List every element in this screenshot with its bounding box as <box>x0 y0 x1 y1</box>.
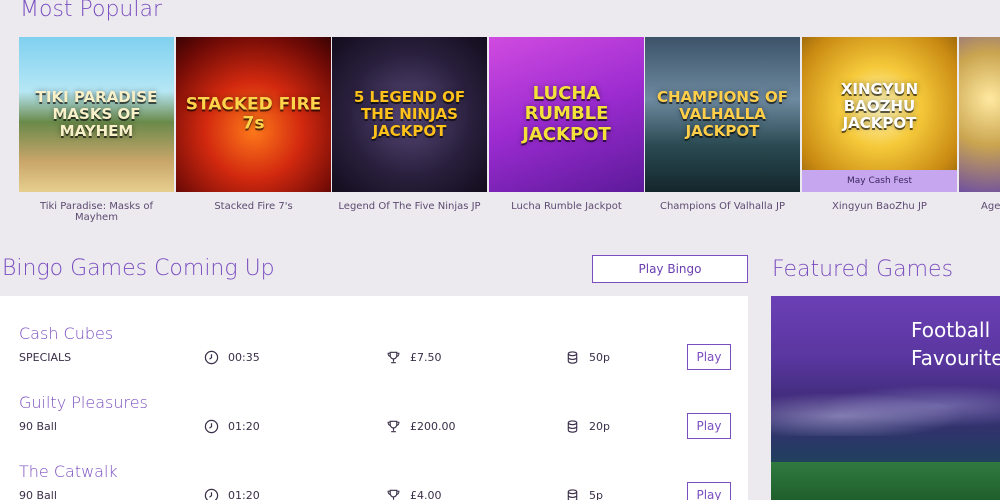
game-tile-lucha-rumble[interactable]: LUCHA RUMBLE JACKPOT Lucha Rumble Jackpo… <box>489 37 644 212</box>
room-type: SPECIALS <box>19 351 72 364</box>
game-tile-stacked-fire[interactable]: STACKED FIRE 7s Stacked Fire 7's <box>176 37 331 212</box>
coins-icon <box>567 420 578 433</box>
room-ticket-price: 50p <box>565 350 610 365</box>
promo-line-2: Favourite <box>911 346 1000 370</box>
game-tile-tiki-paradise[interactable]: TIKI PARADISE MASKS OF MAYHEM Tiki Parad… <box>19 37 174 223</box>
game-logo: STACKED FIRE 7s <box>185 93 322 134</box>
time-value: 01:20 <box>228 489 260 500</box>
coins-icon <box>567 351 578 364</box>
clock-icon <box>204 350 219 365</box>
room-name[interactable]: Guilty Pleasures <box>19 393 148 412</box>
game-tile-champions-valhalla[interactable]: CHAMPIONS OF VALHALLA JACKPOT Champions … <box>645 37 800 212</box>
room-type: 90 Ball <box>19 420 57 433</box>
football-pitch <box>771 462 1000 500</box>
room-ticket-price: 20p <box>565 419 610 434</box>
room-name[interactable]: The Catwalk <box>19 462 118 481</box>
game-thumbnail[interactable]: LUCHA RUMBLE JACKPOT <box>489 37 644 192</box>
game-logo: CHAMPIONS OF VALHALLA JACKPOT <box>656 87 788 141</box>
game-logo: XINGYUN BAOZHU JACKPOT <box>840 79 919 133</box>
game-thumbnail[interactable] <box>959 37 1000 192</box>
game-logo: TIKI PARADISE MASKS OF MAYHEM <box>35 87 158 141</box>
game-tile-xingyun-baozhu[interactable]: XINGYUN BAOZHU JACKPOT May Cash Fest Xin… <box>802 37 957 212</box>
coins-icon <box>567 489 578 500</box>
room-prize: £4.00 <box>386 488 442 500</box>
room-prize: £7.50 <box>386 350 442 365</box>
featured-promo-text: Football Favourite <box>911 316 1000 372</box>
game-tile-five-ninjas[interactable]: 5 LEGEND OF THE NINJAS JACKPOT Legend Of… <box>332 37 487 212</box>
game-caption[interactable]: Tiki Paradise: Masks of Mayhem <box>19 201 174 223</box>
room-start-time: 01:20 <box>204 419 260 434</box>
clock-icon <box>204 488 219 500</box>
game-tile-age[interactable]: Age <box>959 37 1000 212</box>
game-caption[interactable]: Stacked Fire 7's <box>176 201 331 212</box>
play-bingo-button[interactable]: Play Bingo <box>592 255 748 283</box>
promo-line-1: Football <box>911 318 991 342</box>
prize-value: £7.50 <box>410 351 442 364</box>
game-thumbnail[interactable]: CHAMPIONS OF VALHALLA JACKPOT <box>645 37 800 192</box>
bingo-room-row: The Catwalk 90 Ball 01:20 £4.00 5p Play <box>0 434 748 500</box>
game-caption[interactable]: Legend Of The Five Ninjas JP <box>332 201 487 212</box>
play-room-button[interactable]: Play <box>687 482 731 500</box>
room-name[interactable]: Cash Cubes <box>19 324 113 343</box>
game-caption[interactable]: Champions Of Valhalla JP <box>645 201 800 212</box>
bingo-room-row: Guilty Pleasures 90 Ball 01:20 £200.00 2… <box>0 365 748 439</box>
room-start-time: 00:35 <box>204 350 260 365</box>
bingo-rooms-list: Cash Cubes SPECIALS 00:35 £7.50 50p Play… <box>0 296 748 500</box>
clock-icon <box>204 419 219 434</box>
room-start-time: 01:20 <box>204 488 260 500</box>
game-thumbnail[interactable]: XINGYUN BAOZHU JACKPOT May Cash Fest <box>802 37 957 192</box>
game-caption[interactable]: Lucha Rumble Jackpot <box>489 201 644 212</box>
room-type: 90 Ball <box>19 489 57 500</box>
time-value: 00:35 <box>228 351 260 364</box>
game-thumbnail[interactable]: TIKI PARADISE MASKS OF MAYHEM <box>19 37 174 192</box>
price-value: 20p <box>589 420 610 433</box>
trophy-icon <box>387 489 400 500</box>
stadium-lights <box>771 386 1000 436</box>
room-prize: £200.00 <box>386 419 456 434</box>
most-popular-carousel[interactable]: TIKI PARADISE MASKS OF MAYHEM Tiki Parad… <box>19 37 1000 232</box>
most-popular-title: Most Popular <box>20 0 163 22</box>
featured-games-title: Featured Games <box>772 257 954 282</box>
time-value: 01:20 <box>228 420 260 433</box>
price-value: 5p <box>589 489 603 500</box>
game-caption[interactable]: Age <box>959 201 1000 212</box>
game-logo: 5 LEGEND OF THE NINJAS JACKPOT <box>353 87 466 141</box>
game-thumbnail[interactable]: STACKED FIRE 7s <box>176 37 331 192</box>
price-value: 50p <box>589 351 610 364</box>
featured-game-card[interactable]: Football Favourite <box>771 296 1000 500</box>
trophy-icon <box>387 351 400 364</box>
prize-value: £4.00 <box>410 489 442 500</box>
room-ticket-price: 5p <box>565 488 603 500</box>
game-logo: LUCHA RUMBLE JACKPOT <box>522 82 611 145</box>
game-caption[interactable]: Xingyun BaoZhu JP <box>802 201 957 212</box>
bingo-room-row: Cash Cubes SPECIALS 00:35 £7.50 50p Play <box>0 296 748 370</box>
prize-value: £200.00 <box>410 420 456 433</box>
promo-banner: May Cash Fest <box>802 170 957 192</box>
bingo-section-title: Bingo Games Coming Up <box>2 256 275 281</box>
game-thumbnail[interactable]: 5 LEGEND OF THE NINJAS JACKPOT <box>332 37 487 192</box>
trophy-icon <box>387 420 400 433</box>
